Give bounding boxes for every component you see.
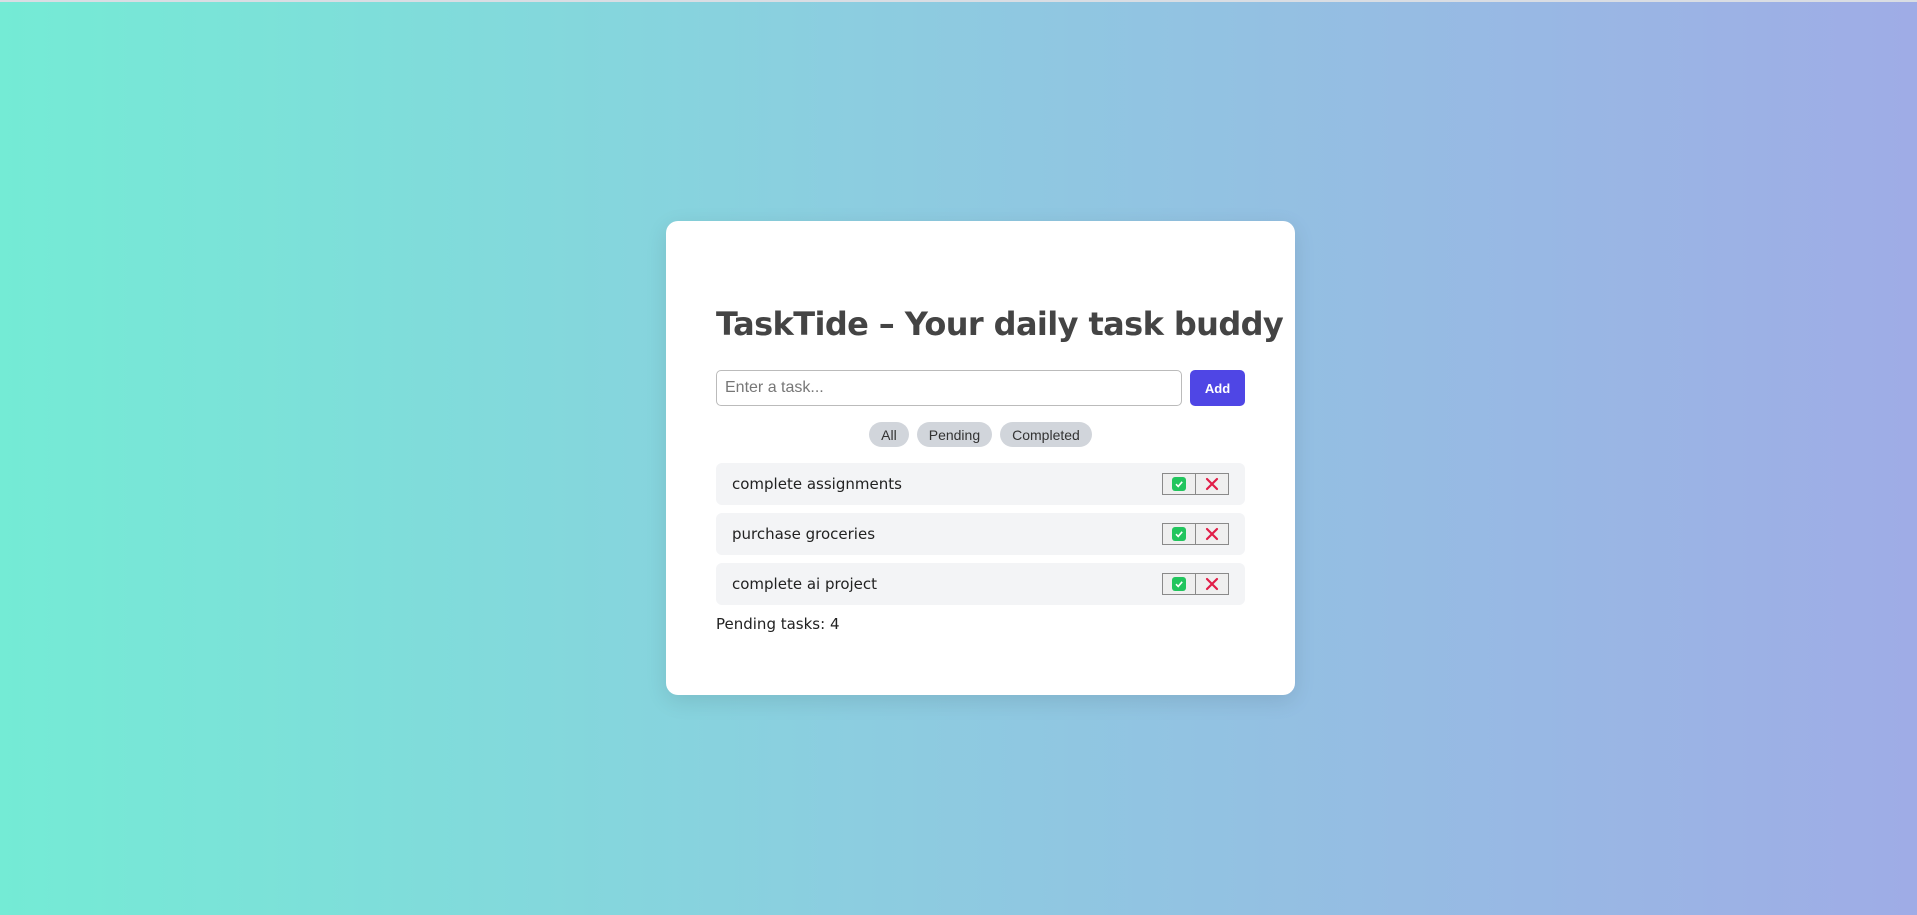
task-actions <box>1162 473 1229 495</box>
complete-task-button[interactable] <box>1162 473 1196 495</box>
add-button[interactable]: Add <box>1190 370 1245 406</box>
close-icon <box>1205 477 1219 491</box>
filter-pending-button[interactable]: Pending <box>916 422 993 447</box>
page-title: TaskTide – Your daily task buddy <box>716 305 1284 343</box>
task-actions <box>1162 523 1229 545</box>
filter-all-button[interactable]: All <box>869 422 909 447</box>
task-item: complete ai project <box>716 563 1245 605</box>
task-text: purchase groceries <box>732 525 876 543</box>
check-box-icon <box>1172 477 1186 491</box>
task-list: complete assignments purchase groceries <box>716 463 1245 613</box>
task-item: purchase groceries <box>716 513 1245 555</box>
add-task-row: Add <box>716 370 1245 406</box>
pending-count: Pending tasks: 4 <box>716 615 840 633</box>
check-box-icon <box>1172 527 1186 541</box>
check-box-icon <box>1172 577 1186 591</box>
delete-task-button[interactable] <box>1195 573 1229 595</box>
delete-task-button[interactable] <box>1195 473 1229 495</box>
delete-task-button[interactable] <box>1195 523 1229 545</box>
task-text: complete ai project <box>732 575 878 593</box>
close-icon <box>1205 577 1219 591</box>
complete-task-button[interactable] <box>1162 573 1196 595</box>
task-actions <box>1162 573 1229 595</box>
close-icon <box>1205 527 1219 541</box>
filter-bar: All Pending Completed <box>716 422 1245 447</box>
task-input[interactable] <box>716 370 1183 406</box>
task-card: TaskTide – Your daily task buddy Add All… <box>666 221 1295 695</box>
task-text: complete assignments <box>732 475 902 493</box>
complete-task-button[interactable] <box>1162 523 1196 545</box>
task-item: complete assignments <box>716 463 1245 505</box>
filter-completed-button[interactable]: Completed <box>1000 422 1092 447</box>
browser-top-border <box>0 0 1917 2</box>
